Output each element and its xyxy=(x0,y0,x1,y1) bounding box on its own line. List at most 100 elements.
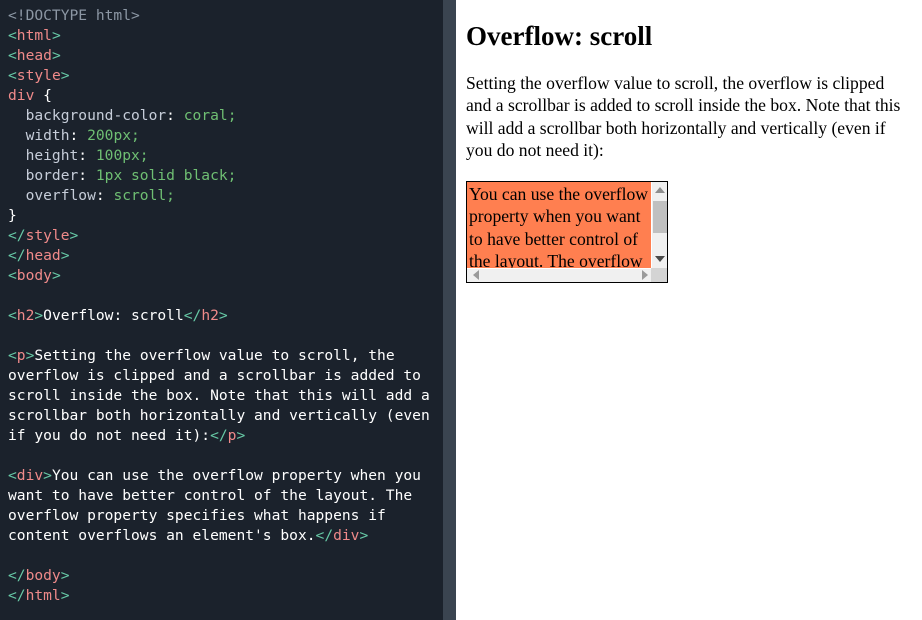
code-token-punc: < xyxy=(8,27,17,44)
code-token-punc: < xyxy=(8,347,17,364)
code-token-plain: : xyxy=(78,147,96,164)
code-token-punc: </ xyxy=(315,527,334,544)
triangle-left-icon xyxy=(472,270,479,281)
triangle-right-icon xyxy=(641,270,648,281)
code-token-plain: : xyxy=(78,167,96,184)
code-token-tag: div xyxy=(333,527,360,544)
code-line: } xyxy=(8,206,456,226)
code-line: </body> xyxy=(8,566,456,586)
code-token-punc: > xyxy=(60,587,70,604)
code-token-brace: { xyxy=(34,87,52,104)
code-token-punc: < xyxy=(8,267,17,284)
intro-paragraph: Setting the overflow value to scroll, th… xyxy=(466,72,901,161)
code-line: border: 1px solid black; xyxy=(8,166,456,186)
code-token-tag: style xyxy=(16,67,61,84)
code-token-prop: border xyxy=(8,167,79,184)
code-token-tag: p xyxy=(16,347,26,364)
code-token-punc: < xyxy=(8,467,17,484)
code-line: height: 100px; xyxy=(8,146,456,166)
code-line: width: 200px; xyxy=(8,126,456,146)
triangle-up-icon xyxy=(654,187,665,194)
demo-horizontal-scrollbar[interactable] xyxy=(467,267,653,282)
editor-vertical-scrollbar[interactable] xyxy=(443,0,456,620)
code-token-plain: : xyxy=(69,127,88,144)
scroll-down-button[interactable] xyxy=(652,251,667,268)
code-line: <!DOCTYPE html> xyxy=(8,6,456,26)
code-token-val: 200px; xyxy=(87,127,140,144)
code-token-tag: h2 xyxy=(16,307,35,324)
vertical-scrollbar-thumb[interactable] xyxy=(653,200,667,233)
code-line: overflow: scroll; xyxy=(8,186,456,206)
code-token-punc: > xyxy=(34,307,44,324)
code-token-val: 1px solid black; xyxy=(95,167,237,184)
code-token-punc: </ xyxy=(8,587,26,604)
code-line: <h2>Overflow: scroll</h2> xyxy=(8,306,456,326)
code-token-punc: > xyxy=(60,67,70,84)
code-line: background-color: coral; xyxy=(8,106,456,126)
code-line: <p>Setting the overflow value to scroll,… xyxy=(8,346,456,446)
code-token-plain: : xyxy=(95,187,114,204)
code-token-tag: body xyxy=(16,267,52,284)
code-token-prop: height xyxy=(8,147,79,164)
code-line: <div>You can use the overflow property w… xyxy=(8,466,456,546)
demo-box-text: You can use the overflow property when y… xyxy=(469,183,649,268)
code-token-doctype: <!DOCTYPE html> xyxy=(8,7,140,24)
code-line: </html> xyxy=(8,586,456,606)
code-line: </head> xyxy=(8,246,456,266)
overflow-scroll-demo-box[interactable]: You can use the overflow property when y… xyxy=(466,180,668,283)
code-line: <style> xyxy=(8,66,456,86)
code-token-prop: overflow xyxy=(8,187,96,204)
code-token-tag: body xyxy=(25,567,61,584)
code-token-tag: head xyxy=(16,47,52,64)
code-token-brace: } xyxy=(8,207,17,224)
split-view-editor-preview: <!DOCTYPE html> <html> <head> <style> di… xyxy=(0,0,922,620)
code-token-punc: > xyxy=(218,307,228,324)
code-token-punc: </ xyxy=(8,227,26,244)
preview-document-body: Overflow: scroll Setting the overflow va… xyxy=(466,0,912,283)
code-token-punc: </ xyxy=(8,247,26,264)
code-token-punc: </ xyxy=(8,567,26,584)
scroll-up-button[interactable] xyxy=(652,182,667,199)
code-token-punc: > xyxy=(51,27,61,44)
code-token-prop: background-color xyxy=(8,107,167,124)
code-token-punc: > xyxy=(51,47,61,64)
scroll-left-button[interactable] xyxy=(467,269,484,282)
code-token-plain: Overflow: scroll xyxy=(43,307,184,324)
preview-result-pane: Overflow: scroll Setting the overflow va… xyxy=(456,0,922,620)
code-token-prop: width xyxy=(8,127,70,144)
code-token-punc: < xyxy=(8,67,17,84)
code-token-val: ; xyxy=(227,107,237,124)
code-line: <head> xyxy=(8,46,456,66)
code-token-punc: </ xyxy=(210,427,228,444)
code-line: <body> xyxy=(8,266,456,286)
code-token-tag: style xyxy=(25,227,70,244)
code-token-punc: > xyxy=(51,267,61,284)
code-token-val: 100px; xyxy=(95,147,149,164)
code-token-tag: html xyxy=(16,27,52,44)
code-token-punc: > xyxy=(236,427,246,444)
code-token-tag: h2 xyxy=(201,307,219,324)
code-line: </style> xyxy=(8,226,456,246)
code-token-punc: > xyxy=(69,227,79,244)
code-token-tag: div xyxy=(8,87,35,104)
html-source-code[interactable]: <!DOCTYPE html> <html> <head> <style> di… xyxy=(8,6,456,606)
code-line: div { xyxy=(8,86,456,106)
code-line: <html> xyxy=(8,26,456,46)
editor-scrollbar-thumb[interactable] xyxy=(443,0,456,620)
code-editor-pane[interactable]: <!DOCTYPE html> <html> <head> <style> di… xyxy=(0,0,456,620)
code-token-tag: html xyxy=(25,587,61,604)
code-editor-scroll-area[interactable]: <!DOCTYPE html> <html> <head> <style> di… xyxy=(0,0,456,620)
code-token-plain: : xyxy=(166,107,184,124)
code-token-punc: > xyxy=(43,467,52,484)
triangle-down-icon xyxy=(654,256,665,263)
scrollbar-corner xyxy=(651,267,667,282)
code-token-punc: < xyxy=(8,307,17,324)
demo-vertical-scrollbar[interactable] xyxy=(651,181,667,268)
demo-box-content-viewport[interactable]: You can use the overflow property when y… xyxy=(467,181,653,268)
code-token-punc: </ xyxy=(183,307,202,324)
code-token-punc: < xyxy=(8,47,17,64)
